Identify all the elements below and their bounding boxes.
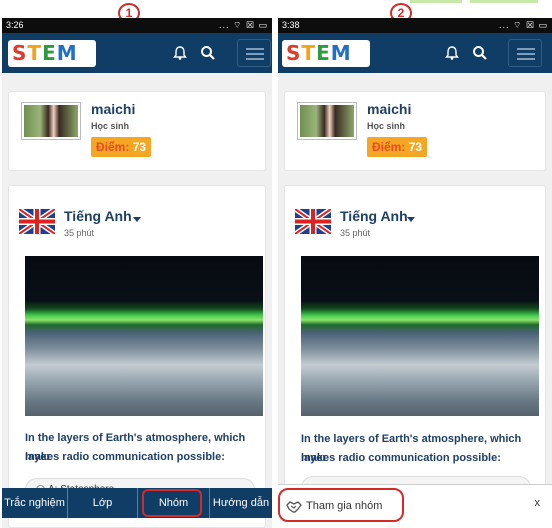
score-label: Điểm: bbox=[372, 140, 406, 154]
join-group-toast: Tham gia nhóm x bbox=[278, 484, 552, 528]
profile-card: maichi Học sinh Điểm: 73 bbox=[284, 91, 546, 171]
status-time: 3:26 bbox=[6, 20, 24, 30]
avatar[interactable] bbox=[21, 102, 81, 140]
user-role: Học sinh bbox=[367, 121, 406, 131]
status-bar: 3:38 ... ⌔ ☒ ▭ bbox=[278, 18, 552, 33]
nav-trac-nghiem[interactable]: Trắc nghiệm bbox=[2, 488, 68, 518]
question-line-2: makes radio communication possible: bbox=[301, 452, 501, 464]
nav-lop[interactable]: Lớp bbox=[68, 488, 138, 518]
hamburger-menu-icon[interactable] bbox=[508, 39, 542, 67]
chevron-down-icon[interactable] bbox=[407, 217, 415, 222]
uk-flag-icon bbox=[19, 209, 55, 234]
score-badge: Điểm: 73 bbox=[91, 137, 152, 157]
lesson-duration: 35 phút bbox=[340, 228, 371, 238]
score-badge: Điểm: 73 bbox=[367, 137, 428, 157]
close-icon[interactable]: x bbox=[535, 497, 541, 509]
question-line-2: makes radio communication possible: bbox=[25, 451, 225, 463]
top-decoration bbox=[470, 0, 538, 3]
app-header: STEM bbox=[278, 33, 552, 73]
handshake-icon bbox=[286, 501, 302, 513]
score-value: 73 bbox=[132, 140, 147, 154]
status-time: 3:38 bbox=[282, 20, 300, 30]
user-name: maichi bbox=[91, 101, 136, 117]
stem-logo[interactable]: STEM bbox=[282, 40, 370, 67]
status-bar: 3:26 ... ⌔ ☒ ▭ bbox=[2, 18, 272, 33]
nav-huong-dan[interactable]: Hướng dẫn bbox=[210, 488, 272, 518]
user-name: maichi bbox=[367, 101, 412, 117]
join-group-button[interactable]: Tham gia nhóm bbox=[278, 488, 404, 522]
lesson-duration: 35 phút bbox=[64, 228, 95, 238]
user-role: Học sinh bbox=[91, 121, 130, 131]
bell-icon[interactable] bbox=[444, 45, 460, 61]
bell-icon[interactable] bbox=[172, 45, 188, 61]
score-value: 73 bbox=[408, 140, 423, 154]
language-selector[interactable]: Tiếng Anh bbox=[340, 208, 408, 224]
stem-logo[interactable]: STEM bbox=[8, 40, 96, 67]
profile-card: maichi Học sinh Điểm: 73 bbox=[8, 91, 266, 171]
avatar[interactable] bbox=[297, 102, 357, 140]
search-icon[interactable] bbox=[200, 45, 216, 61]
lesson-card: Tiếng Anh 35 phút In the layers of Earth… bbox=[8, 185, 266, 528]
join-group-label: Tham gia nhóm bbox=[306, 500, 383, 512]
score-label: Điểm: bbox=[96, 140, 130, 154]
chevron-down-icon[interactable] bbox=[133, 217, 141, 222]
phone-screen-1: 3:26 ... ⌔ ☒ ▭ STEM maichi Học sinh Điểm… bbox=[2, 18, 272, 528]
earth-atmosphere-image bbox=[25, 256, 263, 416]
top-decoration bbox=[410, 0, 462, 3]
status-icons: ... ⌔ ☒ ▭ bbox=[218, 20, 268, 30]
app-header: STEM bbox=[2, 33, 272, 73]
status-icons: ... ⌔ ☒ ▭ bbox=[498, 20, 548, 30]
earth-atmosphere-image bbox=[301, 256, 539, 416]
nav-nhom-highlight bbox=[142, 489, 202, 517]
bottom-nav: Trắc nghiệm Lớp Nhóm Hướng dẫn bbox=[2, 488, 272, 518]
search-icon[interactable] bbox=[472, 45, 488, 61]
language-selector[interactable]: Tiếng Anh bbox=[64, 208, 132, 224]
phone-screen-2: 3:38 ... ⌔ ☒ ▭ STEM maichi Học sinh Điểm… bbox=[278, 18, 552, 528]
uk-flag-icon bbox=[295, 209, 331, 234]
lesson-card: Tiếng Anh 35 phút In the layers of Earth… bbox=[284, 185, 546, 528]
hamburger-menu-icon[interactable] bbox=[237, 39, 271, 67]
